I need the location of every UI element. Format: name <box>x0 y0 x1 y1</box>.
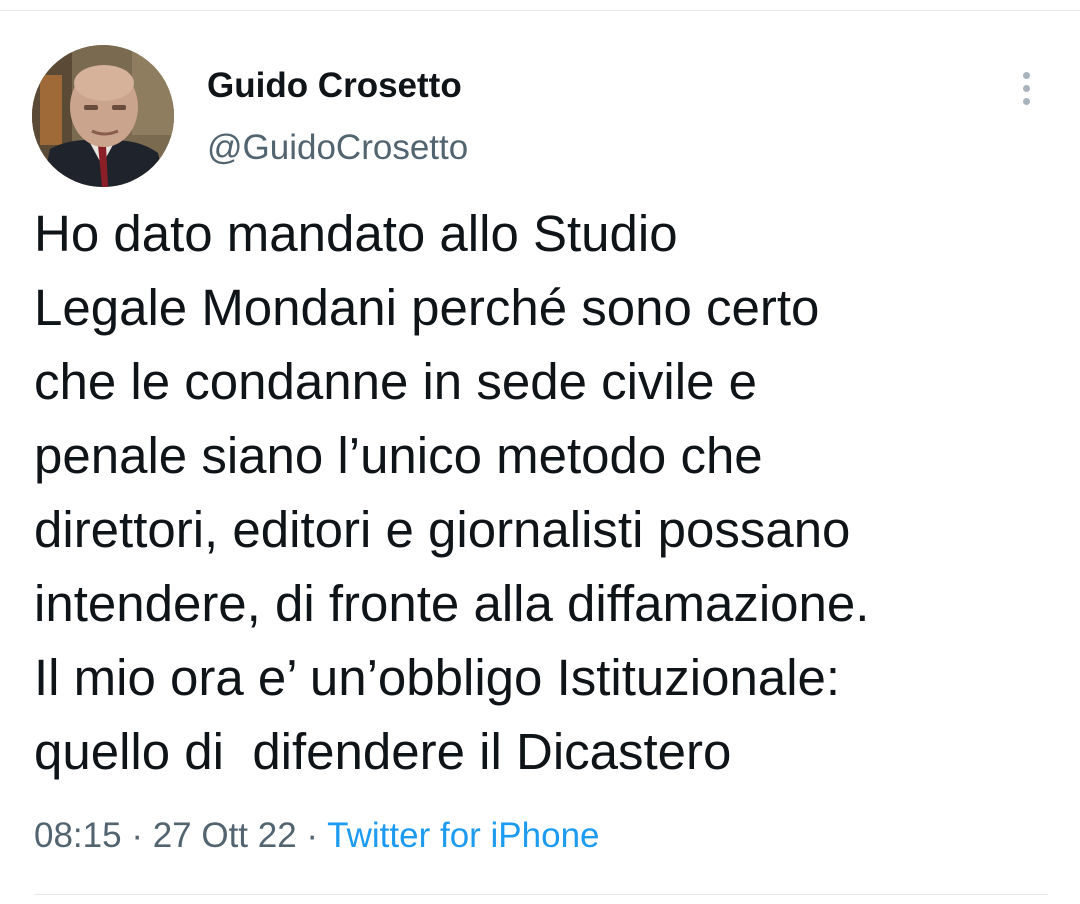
tweet-text-line: direttori, editori e giornalisti possano <box>34 501 851 558</box>
tweet-date[interactable]: 27 Ott 22 <box>153 816 297 855</box>
tweet-text-line: quello di difendere il Dicastero <box>34 723 732 780</box>
tweet-text-line: intendere, di fronte alla diffamazione. <box>34 575 870 632</box>
tweet-text-line: che le condanne in sede civile e <box>34 353 757 410</box>
more-vertical-icon[interactable] <box>1016 70 1038 106</box>
tweet-meta: 08:15 · 27 Ott 22 · Twitter for iPhone <box>34 814 600 858</box>
tweet-text-line: Il mio ora e’ un’obbligo Istituzionale: <box>34 649 841 706</box>
bottom-divider <box>34 894 1048 895</box>
avatar[interactable] <box>32 45 174 187</box>
tweet-text-line: penale siano l’unico metodo che <box>34 427 763 484</box>
author-display-name[interactable]: Guido Crosetto <box>207 66 462 106</box>
avatar-photo <box>32 45 174 187</box>
meta-separator: · <box>121 816 153 855</box>
tweet-text-line: Legale Mondani perché sono certo <box>34 279 820 336</box>
tweet-source-link[interactable]: Twitter for iPhone <box>327 816 599 855</box>
top-divider <box>0 10 1080 11</box>
meta-separator: · <box>296 816 328 855</box>
author-handle[interactable]: @GuidoCrosetto <box>207 128 468 168</box>
tweet-time[interactable]: 08:15 <box>34 816 122 855</box>
tweet-text: Ho dato mandato allo Studio Legale Monda… <box>34 197 1064 789</box>
tweet-text-line: Ho dato mandato allo Studio <box>34 205 678 262</box>
